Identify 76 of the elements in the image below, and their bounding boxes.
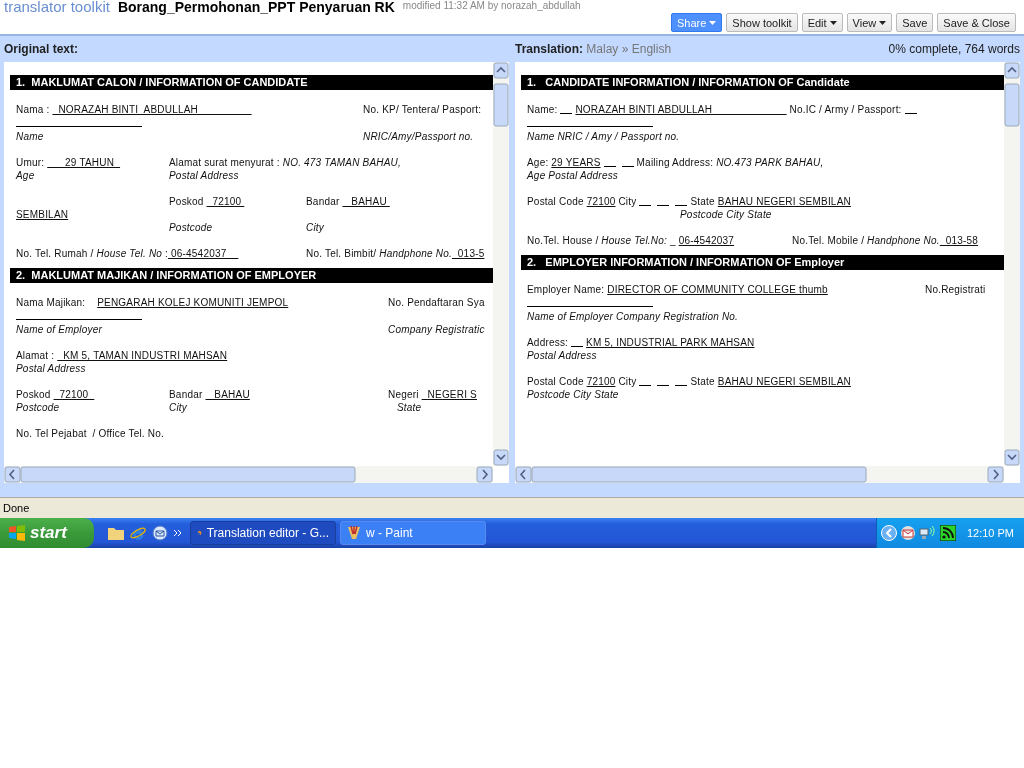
section-heading: 1. MAKLUMAT CALON / INFORMATION OF CANDIDATE [10,75,493,90]
language-pair: Malay » English [586,42,672,56]
form-text: Employer Name: DIRECTOR OF COMMUNITY COLLEGE thumb [527,283,829,296]
form-text: No.Tel. Mobile / Handphone No. 013-58 [792,234,980,247]
section-heading: 2. EMPLOYER INFORMATION / INFORMATION OF Employer [521,255,1004,270]
modified-info: modified 11:32 AM by norazah_abdullah [402,0,581,12]
horizontal-scrollbar[interactable] [515,466,1004,483]
form-text: Postcode [169,221,214,234]
form-text: State [395,401,423,414]
chevron-icon[interactable] [880,525,897,541]
form-text: No. Tel. Rumah / House Tel. No : 06-4542037 [16,247,228,260]
form-text: Bandar BAHAU [306,195,388,208]
form-text: No.Registrati [925,283,987,296]
rss-icon[interactable] [939,525,956,541]
form-text: Negeri NEGERI S [388,388,478,401]
form-text: No. KP/ Tentera/ Pasport: [363,103,483,116]
form-text: Postal Code 72100 City State BAHAU NEGERI SEMBILAN [527,375,852,388]
pane-title: Original text: [4,42,79,56]
form-text: Alamat surat menyurat : NO. 473 TAMAN BAHAU, [169,156,403,169]
form-text: City [306,221,326,234]
form-text: NRIC/Amy/Passport no. [363,130,475,143]
clock: 12:10 PM [966,527,1014,539]
word-count: 764 words [964,42,1020,56]
toolbar-button[interactable]: Show toolkit [726,13,798,32]
vertical-scrollbar[interactable] [1004,62,1020,466]
form-text: Poskod 72100 [16,388,90,401]
form-text: No. Tel Pejabat / Office Tel. No. [16,427,165,440]
form-text: Nama Majikan: PENGARAH KOLEJ KOMUNITI JEMPOL [16,296,290,309]
form-text: Age Postal Address [527,169,620,182]
paint-icon [347,525,361,541]
chevron-icon[interactable] [174,529,182,537]
form-text: Name of Employer Company Registration No. [527,310,740,323]
form-text: Poskod 72100 [169,195,243,208]
form-text: Name of Employer [16,323,103,336]
form-text: Postal Address [527,349,598,362]
form-text: Bandar BAHAU [169,388,251,401]
taskbar-task[interactable]: Translation editor - G... [190,521,336,545]
form-text: Company Registratic [388,323,486,336]
form-text: No. Tel. Bimbit/ Handphone No. 013-5 [306,247,486,260]
envelope-icon[interactable] [152,525,168,541]
vertical-scrollbar[interactable] [493,62,509,466]
form-text: Name: NORAZAH BINTI ABDULLAH No.IC / Army / Passport: [527,103,1004,116]
form-text: City [169,401,189,414]
folder-icon[interactable] [108,526,124,540]
start-button[interactable]: start [0,518,94,548]
form-text: Age [16,169,36,182]
form-text: Postcode [16,401,61,414]
toolbar-button[interactable]: Save [896,13,934,32]
windows-logo-icon [8,525,26,541]
form-text: No. Pendaftaran Sya [388,296,486,309]
form-text: Name [16,130,45,143]
toolbar-button[interactable]: Save & Close [937,13,1016,32]
form-text: Alamat : KM 5, TAMAN INDUSTRI MAHSAN [16,349,229,362]
form-text: SEMBILAN [16,208,70,221]
network-icon[interactable] [918,525,937,541]
form-text: Age: 29 YEARS Mailing Address: NO.473 PARK BAHAU, [527,156,825,169]
mail-icon[interactable] [899,525,916,541]
form-text: Postcode City State [527,388,620,401]
section-heading: 1. CANDIDATE INFORMATION / INFORMATION OF Candidate [521,75,1004,90]
document-title: Borang_Permohonan_PPT Penyaruan RK [117,0,395,14]
progress-text: 0% complete, [888,42,962,56]
form-text: Postal Address [16,362,87,375]
form-text: Postcode City State [680,208,773,221]
taskbar-task[interactable]: w - Paint [340,521,486,545]
pane-title: Translation: [515,42,583,56]
horizontal-scrollbar[interactable] [4,466,493,483]
form-text: Name NRIC / Amy / Passport no. [527,130,681,143]
form-text: No.Tel. House / House Tel.No: _ 06-4542037 [527,234,736,247]
form-text: Umur: 29 TAHUN [16,156,116,169]
form-text: Address: KM 5, INDUSTRIAL PARK MAHSAN [527,336,756,349]
status-bar: Done [0,497,1024,518]
form-text: Nama : NORAZAH BINTI ABDULLAH [16,103,199,116]
toolbar-button[interactable]: Edit [801,13,843,32]
toolbar-button[interactable]: View [846,13,893,32]
form-text: Postal Code 72100 City State BAHAU NEGERI SEMBILAN [527,195,852,208]
form-text: Postal Address [169,169,240,182]
